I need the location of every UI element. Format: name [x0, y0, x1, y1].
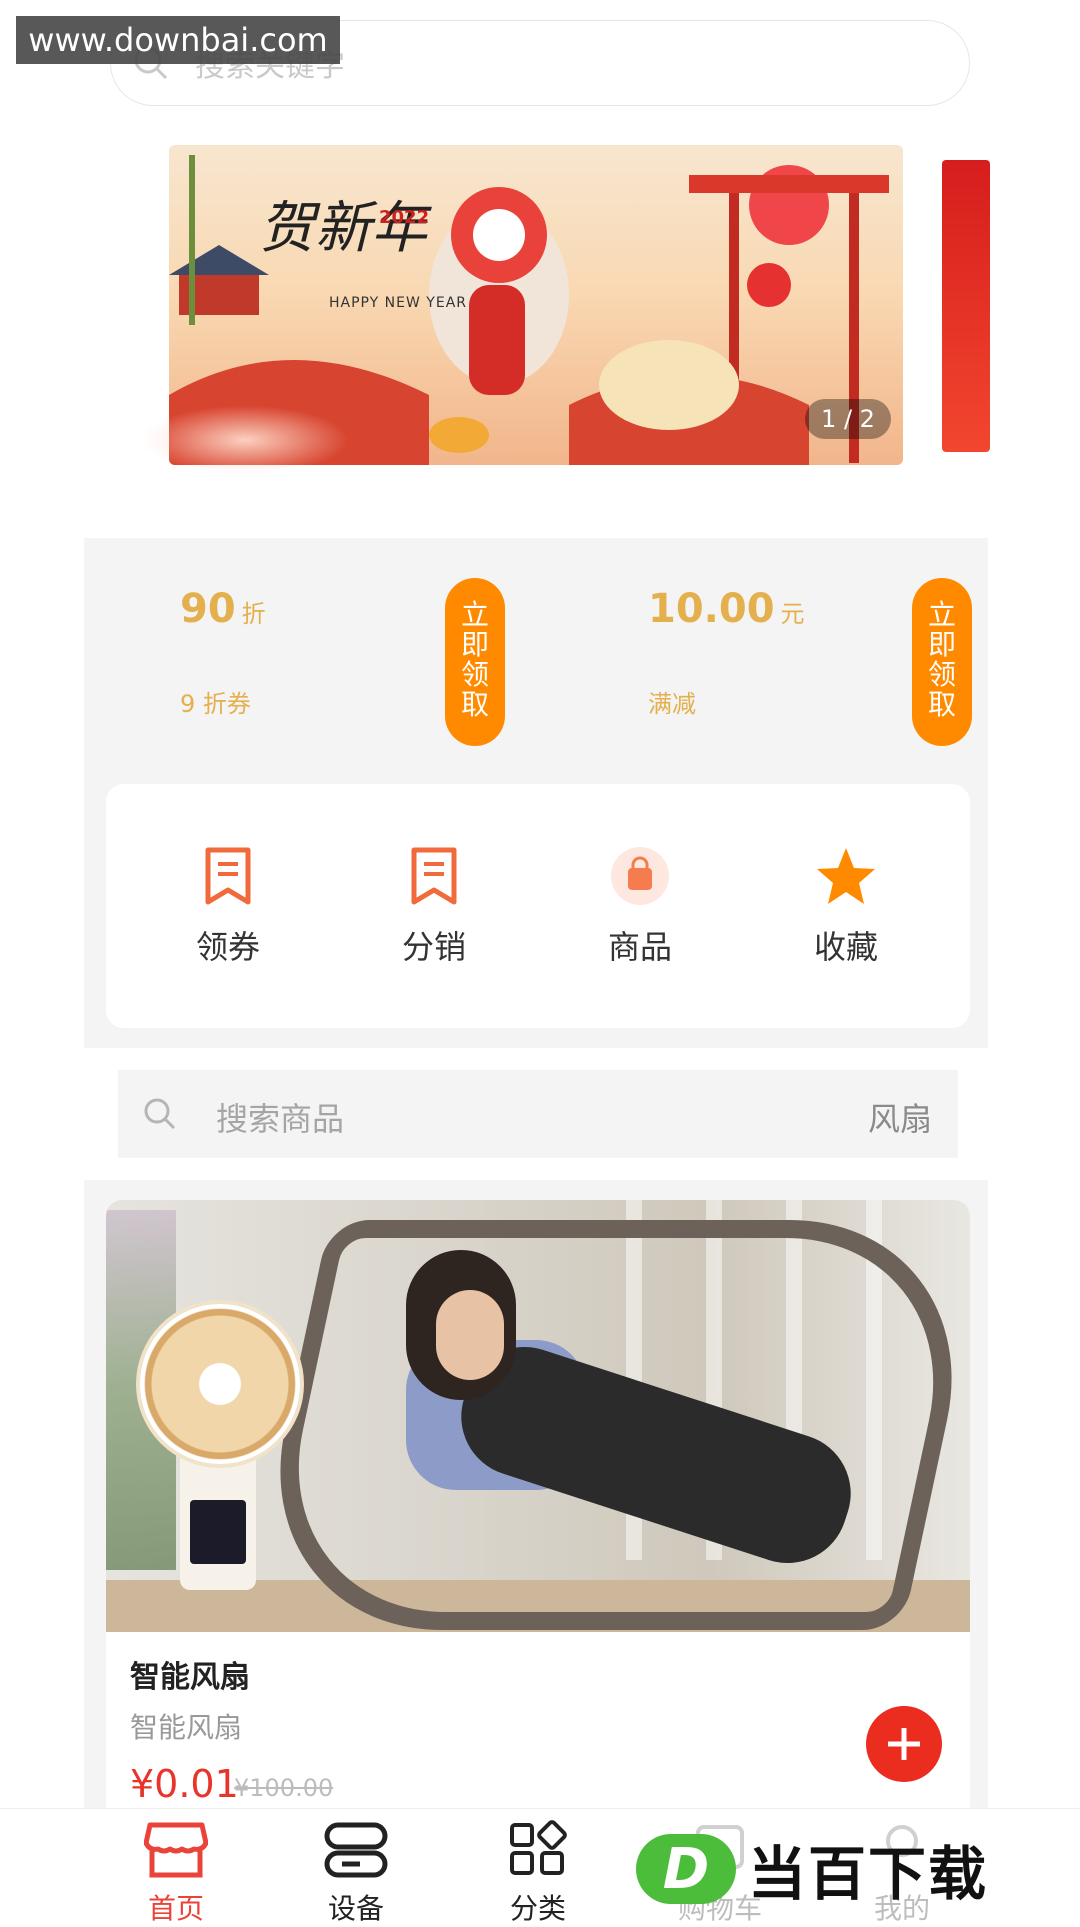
claim-coupon-button-2[interactable]: 立即领取: [912, 578, 972, 746]
product-search-keyword[interactable]: 风扇: [868, 1094, 932, 1140]
product-subtitle: 智能风扇: [130, 1711, 243, 1744]
product-original-price: ¥100.00: [234, 1774, 334, 1802]
shopping-bag-icon: [570, 844, 710, 908]
product-search-bar[interactable]: 搜索商品 风扇: [118, 1070, 958, 1158]
banner-next-slide[interactable]: [942, 160, 990, 452]
add-to-cart-button[interactable]: [866, 1706, 942, 1782]
coupon-value-1: 90 折: [180, 586, 266, 632]
quick-entry-label: 分销: [401, 928, 466, 966]
search-icon: [142, 1096, 178, 1136]
quick-entry-products[interactable]: 商品: [570, 844, 710, 968]
quick-entry-label: 领券: [195, 928, 260, 966]
product-title: 智能风扇: [130, 1660, 250, 1695]
banner-subtitle: HAPPY NEW YEAR: [329, 295, 467, 311]
watermark-url: www.downbai.com: [16, 16, 340, 64]
product-price: ¥0.01: [130, 1762, 239, 1806]
banner-year: 2022: [379, 207, 430, 228]
coupon-desc-2: 满减: [648, 690, 696, 718]
banner-pager: 1 / 2: [805, 399, 891, 439]
quick-entry-favorites[interactable]: 收藏: [776, 844, 916, 968]
bookmark-icon: [158, 844, 298, 908]
category-icon: [510, 1820, 567, 1875]
product-search-placeholder: 搜索商品: [216, 1100, 345, 1138]
plus-icon: [888, 1728, 920, 1760]
quick-entry-card: 领券 分销 商品 收藏: [106, 784, 970, 1028]
coupon-desc-1: 9 折券: [180, 690, 251, 718]
store-icon: [143, 1822, 209, 1878]
quick-entry-distribution[interactable]: 分销: [364, 844, 504, 968]
brand-watermark-logo: D: [636, 1834, 736, 1904]
quick-entry-label: 收藏: [813, 928, 878, 966]
brand-watermark: D 当百下载: [636, 1824, 1056, 1914]
tab-devices[interactable]: 设备: [296, 1819, 416, 1927]
star-icon: [776, 844, 916, 908]
tab-label: 首页: [147, 1892, 204, 1925]
banner-blur-overlay: [140, 405, 350, 475]
tab-label: 分类: [509, 1892, 566, 1925]
brand-watermark-text: 当百下载: [748, 1840, 989, 1908]
tab-categories[interactable]: 分类: [478, 1819, 598, 1927]
product-card[interactable]: 智能风扇 智能风扇 ¥0.01 ¥100.00: [106, 1200, 970, 1820]
coupon-value-2: 10.00 元: [648, 586, 805, 632]
quick-entry-label: 商品: [607, 928, 672, 966]
bookmark-icon: [364, 844, 504, 908]
device-icon: [324, 1822, 388, 1878]
product-image: [106, 1200, 970, 1632]
tab-home[interactable]: 首页: [116, 1819, 236, 1927]
tab-label: 设备: [327, 1892, 384, 1925]
quick-entry-coupons[interactable]: 领券: [158, 844, 298, 968]
claim-coupon-button-1[interactable]: 立即领取: [445, 578, 505, 746]
